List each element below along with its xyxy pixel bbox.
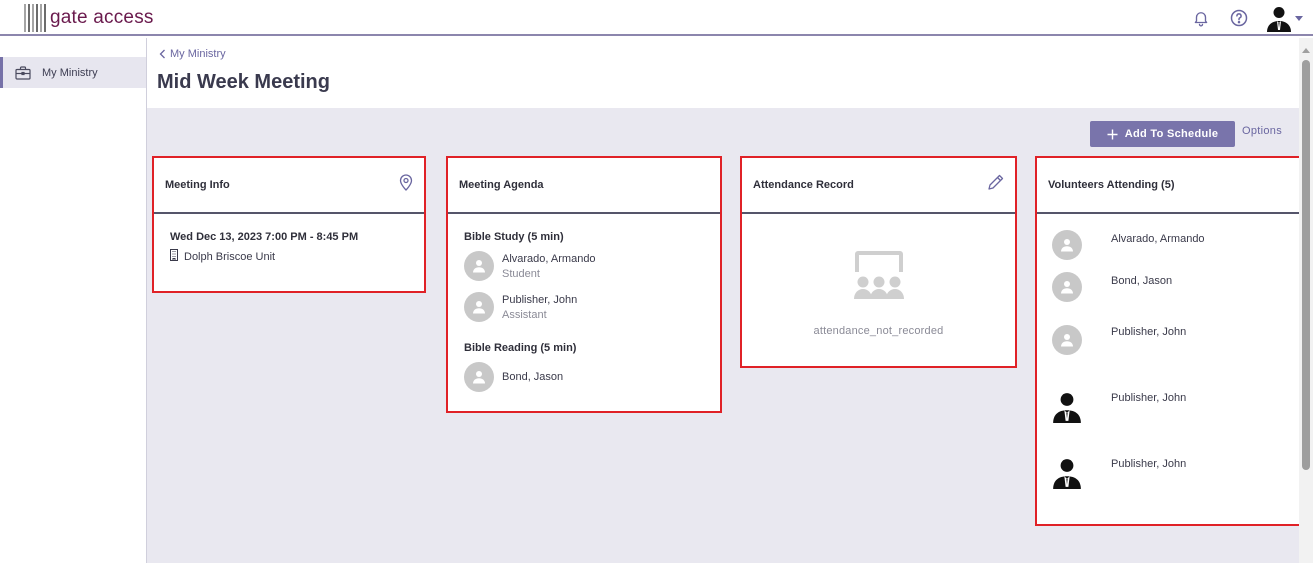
logo-text: gate access [50, 7, 154, 28]
user-placeholder-icon [1052, 272, 1082, 302]
building-icon [170, 248, 178, 266]
user-placeholder-icon [464, 292, 494, 322]
logo-mark [24, 4, 46, 32]
person-role: Assistant [502, 308, 547, 321]
volunteer-item[interactable]: Publisher, John [1052, 391, 1186, 423]
user-menu[interactable] [1265, 4, 1303, 32]
card-title: Attendance Record [753, 179, 854, 191]
person-name: Publisher, John [502, 293, 578, 306]
sidebar-item-label: My Ministry [42, 66, 98, 79]
volunteers-attending-card: Volunteers Attending (5) Alvarado, Arman… [1035, 156, 1305, 526]
volunteer-name: Publisher, John [1111, 326, 1187, 338]
user-placeholder-icon [1052, 325, 1082, 355]
scrollbar-thumb[interactable] [1302, 60, 1310, 470]
person-name: Bond, Jason [502, 371, 564, 383]
breadcrumb[interactable]: My Ministry [159, 48, 226, 60]
volunteer-name: Alvarado, Armando [1111, 233, 1205, 245]
attendance-record-card: Attendance Record attendance_not_recorde… [740, 156, 1017, 368]
options-button[interactable]: Options [1242, 125, 1282, 137]
meeting-agenda-card: Meeting Agenda Bible Study (5 min) Alvar… [446, 156, 722, 413]
add-to-schedule-label: Add To Schedule [1124, 128, 1219, 140]
user-placeholder-icon [464, 251, 494, 281]
user-photo-icon [1053, 459, 1081, 489]
card-title: Meeting Info [165, 179, 230, 191]
audience-icon [849, 250, 909, 305]
sidebar-item-my-ministry[interactable]: My Ministry [0, 57, 146, 88]
card-title: Meeting Agenda [459, 179, 544, 191]
agenda-person[interactable]: Alvarado, Armando Student [464, 251, 704, 281]
pencil-icon[interactable] [987, 174, 1004, 196]
volunteer-name: Publisher, John [1111, 458, 1187, 470]
page-title: Mid Week Meeting [157, 71, 330, 93]
volunteer-item[interactable]: Publisher, John [1052, 325, 1186, 355]
volunteer-item[interactable]: Publisher, John [1052, 457, 1186, 489]
main-content: My Ministry Mid Week Meeting Add To Sche… [147, 38, 1305, 563]
person-role: Student [502, 267, 540, 280]
meeting-info-card: Meeting Info Wed Dec 13, 2023 7:00 PM - … [152, 156, 426, 293]
scrollbar[interactable] [1299, 38, 1313, 563]
meeting-location: Dolph Briscoe Unit [184, 251, 276, 263]
person-name: Alvarado, Armando [502, 252, 596, 265]
app-logo[interactable]: gate access [24, 3, 154, 33]
meeting-datetime: Wed Dec 13, 2023 7:00 PM - 8:45 PM [170, 231, 359, 243]
briefcase-icon [15, 64, 33, 82]
breadcrumb-link[interactable]: My Ministry [170, 48, 226, 60]
top-bar: gate access [0, 0, 1313, 36]
help-icon[interactable] [1227, 6, 1251, 30]
volunteer-item[interactable]: Alvarado, Armando [1052, 230, 1205, 260]
add-to-schedule-button[interactable]: Add To Schedule [1090, 121, 1235, 147]
scroll-up-icon[interactable] [1302, 48, 1310, 53]
agenda-section-heading: Bible Reading (5 min) [464, 342, 577, 354]
volunteer-item[interactable]: Bond, Jason [1052, 272, 1172, 302]
user-photo-icon [1053, 393, 1081, 423]
content-area: Add To Schedule Options Meeting Info Wed… [147, 108, 1305, 563]
user-placeholder-icon [464, 362, 494, 392]
plus-icon [1107, 129, 1118, 139]
volunteer-name: Publisher, John [1111, 392, 1187, 404]
location-pin-icon[interactable] [399, 174, 413, 196]
user-avatar-icon [1267, 7, 1291, 32]
agenda-person[interactable]: Bond, Jason [464, 362, 704, 392]
sidebar: My Ministry [0, 38, 147, 563]
bell-icon[interactable] [1189, 6, 1213, 30]
agenda-section-heading: Bible Study (5 min) [464, 231, 564, 243]
volunteer-name: Bond, Jason [1111, 275, 1173, 287]
agenda-person[interactable]: Publisher, John Assistant [464, 292, 704, 322]
chevron-left-icon [159, 49, 165, 59]
chevron-down-icon [1295, 15, 1303, 21]
user-placeholder-icon [1052, 230, 1082, 260]
attendance-empty-text: attendance_not_recorded [813, 325, 944, 337]
card-title: Volunteers Attending (5) [1048, 179, 1175, 191]
